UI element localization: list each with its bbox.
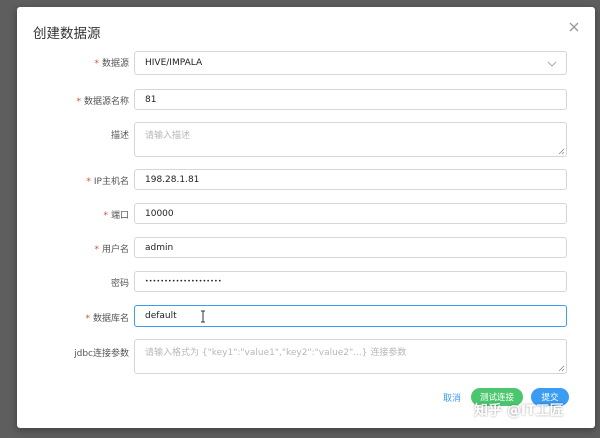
datasource-type-value: HIVE/IMPALA	[145, 58, 203, 68]
submit-button[interactable]: 提交	[531, 388, 569, 406]
resize-handle-icon[interactable]	[558, 148, 565, 155]
dialog-title: 创建数据源	[33, 26, 101, 42]
close-icon[interactable]	[568, 21, 580, 33]
description-textarea[interactable]: 请输入描述	[134, 122, 567, 157]
jdbc-params-label: jdbc连接参数	[74, 349, 129, 359]
port-input[interactable]: 10000	[134, 203, 567, 224]
datasource-name-label: * 数据源名称	[76, 97, 129, 107]
password-input[interactable]: ••••••••••••••••••••	[134, 271, 567, 292]
ip-hostname-input[interactable]: 198.28.1.81	[134, 169, 567, 190]
test-connection-button[interactable]: 测试连接	[471, 388, 523, 406]
username-label: * 用户名	[94, 245, 129, 255]
database-name-label: * 数据库名	[85, 314, 129, 324]
datasource-type-label: * 数据源	[94, 59, 129, 69]
datasource-type-select[interactable]: HIVE/IMPALA	[134, 51, 567, 75]
text-cursor-icon	[201, 310, 205, 323]
chevron-down-icon	[547, 61, 557, 67]
create-datasource-dialog: 创建数据源 * 数据源 HIVE/IMPALA * 数据源名称 81 描述 请输入描…	[17, 7, 595, 428]
cancel-button[interactable]: 取消	[443, 391, 461, 404]
port-label: * 端口	[103, 211, 129, 221]
resize-handle-icon[interactable]	[558, 365, 565, 372]
ip-hostname-label: * IP主机名	[86, 177, 129, 187]
username-input[interactable]: admin	[134, 237, 567, 258]
jdbc-params-textarea[interactable]: 请输入格式为 {"key1":"value1","key2":"value2".…	[134, 339, 567, 374]
description-label: 描述	[110, 131, 129, 141]
datasource-name-input[interactable]: 81	[134, 89, 567, 110]
database-name-input[interactable]: default	[134, 305, 567, 327]
password-label: 密码	[110, 279, 129, 289]
